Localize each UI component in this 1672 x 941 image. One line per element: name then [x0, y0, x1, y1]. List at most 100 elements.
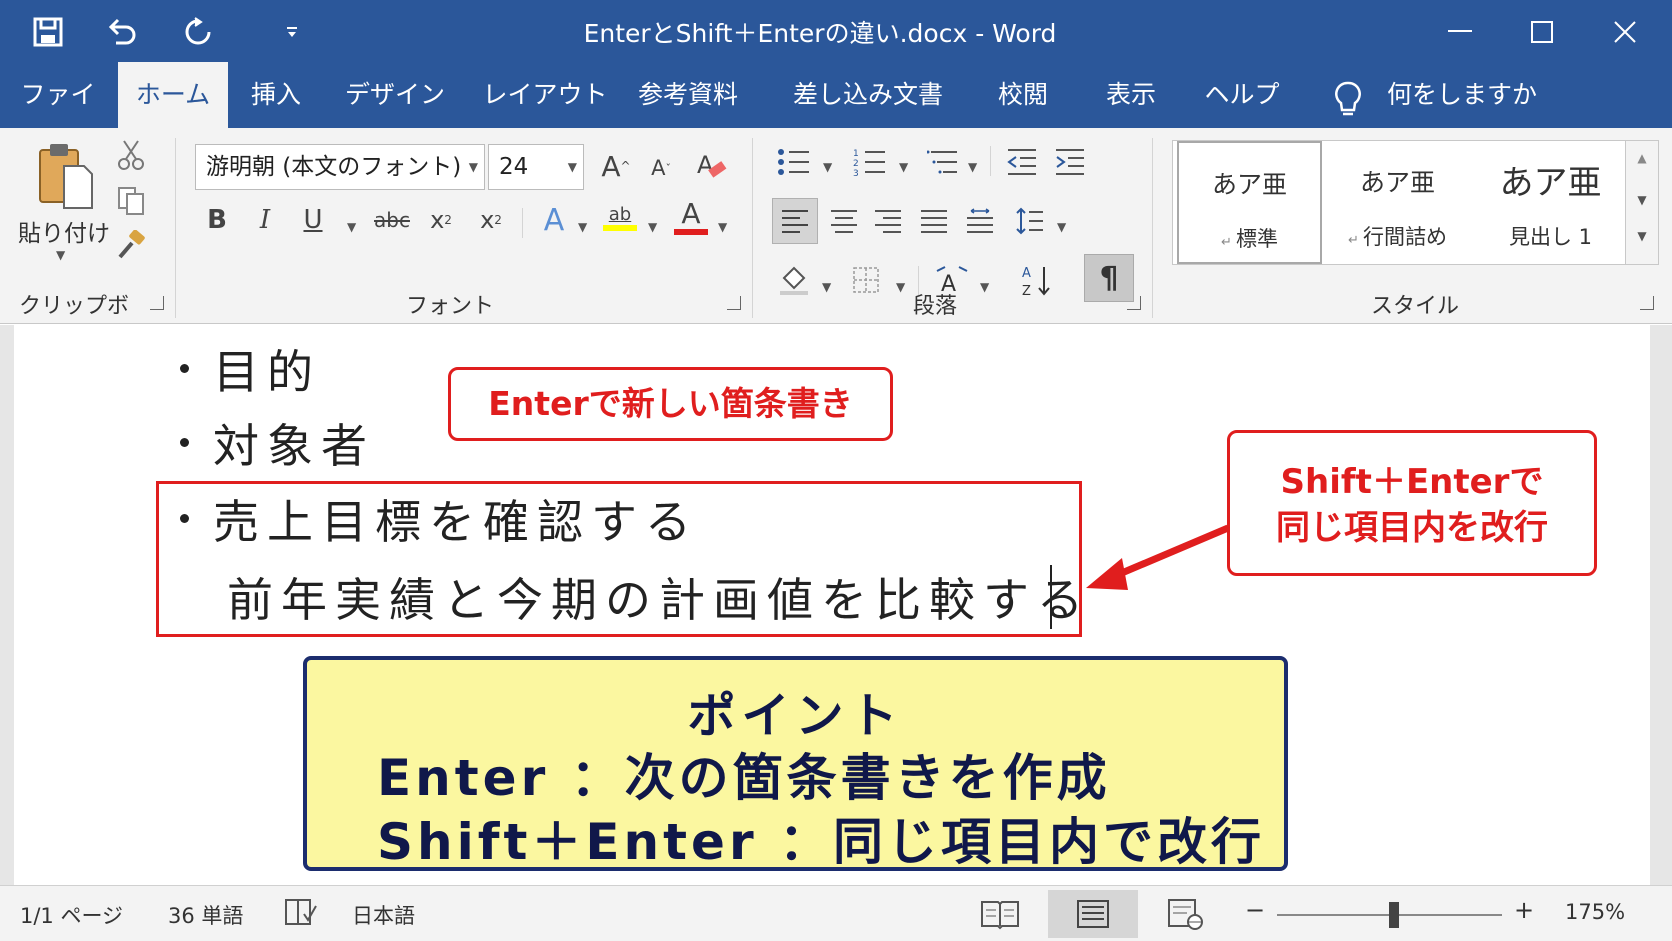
gallery-more-icon[interactable]: ▼: [1626, 229, 1658, 243]
tab-design[interactable]: デザイン: [343, 62, 447, 128]
bullets-dropdown-icon[interactable]: ▼: [823, 160, 832, 174]
bullets-icon[interactable]: [774, 142, 814, 182]
line-spacing-dropdown-icon[interactable]: ▼: [1057, 220, 1066, 234]
bullet-marker: [180, 514, 189, 523]
clear-formatting-icon[interactable]: A: [692, 144, 732, 188]
font-name-value: 游明朝 (本文のフォント): [206, 154, 462, 180]
cut-icon[interactable]: [114, 138, 148, 172]
web-layout-icon[interactable]: [1140, 890, 1230, 938]
style-no-spacing[interactable]: あア亜 ↵ 行間詰め: [1325, 141, 1470, 264]
highlight-color-button[interactable]: ab: [600, 194, 640, 240]
maximize-icon[interactable]: [1517, 10, 1567, 54]
word-count[interactable]: 36 単語: [168, 900, 243, 930]
tab-references[interactable]: 参考資料: [630, 62, 746, 128]
language-indicator[interactable]: 日本語: [352, 900, 415, 930]
clipboard-launcher-icon[interactable]: [150, 296, 164, 310]
text-effects-dropdown-icon[interactable]: ▼: [578, 220, 587, 234]
font-color-swatch: [674, 229, 708, 235]
paragraph-launcher-icon[interactable]: [1127, 296, 1141, 310]
font-color-dropdown-icon[interactable]: ▼: [718, 220, 727, 234]
tab-help[interactable]: ヘルプ: [1204, 62, 1280, 128]
chevron-down-icon[interactable]: ▼: [469, 145, 478, 189]
read-mode-icon[interactable]: [955, 890, 1045, 938]
tab-view[interactable]: 表示: [1096, 62, 1166, 128]
proofing-icon[interactable]: [284, 896, 318, 930]
shading-dropdown-icon[interactable]: ▼: [822, 280, 831, 294]
close-icon[interactable]: [1600, 10, 1650, 54]
tab-layout[interactable]: レイアウト: [480, 62, 610, 128]
save-icon[interactable]: [28, 12, 68, 52]
scroll-down-icon[interactable]: ▼: [1626, 193, 1658, 207]
tab-home[interactable]: ホーム: [118, 62, 228, 128]
text-effects-button[interactable]: A: [536, 198, 572, 242]
align-center-icon[interactable]: [822, 198, 866, 244]
multilevel-dropdown-icon[interactable]: ▼: [968, 160, 977, 174]
zoom-out-button[interactable]: −: [1245, 896, 1265, 924]
styles-scrollbar[interactable]: ▲ ▼ ▼: [1625, 140, 1659, 265]
page-count[interactable]: 1/1 ページ: [20, 900, 123, 930]
show-paragraph-marks-button[interactable]: ¶: [1084, 254, 1134, 302]
paste-icon[interactable]: [34, 140, 98, 212]
style-normal-label: 標準: [1236, 227, 1279, 251]
tab-mailings[interactable]: 差し込み文書: [788, 62, 948, 128]
highlight-dropdown-icon[interactable]: ▼: [648, 220, 657, 234]
italic-button[interactable]: I: [248, 198, 282, 242]
styles-launcher-icon[interactable]: [1640, 296, 1654, 310]
tell-me-search[interactable]: 何をしますか: [1387, 62, 1537, 128]
increase-indent-icon[interactable]: [1050, 142, 1090, 182]
justify-icon[interactable]: [912, 198, 956, 244]
font-color-label: A: [681, 197, 701, 230]
paste-dropdown-icon[interactable]: ▼: [56, 248, 65, 262]
point-line-enter: Enter ：次の箇条書きを作成: [377, 749, 1111, 807]
group-divider: [175, 138, 176, 318]
style-normal[interactable]: あア亜 ↵ 標準: [1177, 141, 1322, 264]
font-size-combo[interactable]: 24 ▼: [488, 144, 584, 190]
continuation-line[interactable]: 前年実績と今期の計画値を比較する: [227, 564, 1091, 630]
sort-icon[interactable]: AZ: [1016, 258, 1056, 302]
style-heading-1[interactable]: あア亜 見出し 1: [1478, 141, 1623, 264]
redo-icon[interactable]: [178, 12, 218, 52]
decrease-indent-icon[interactable]: [1002, 142, 1042, 182]
copy-icon[interactable]: [114, 184, 148, 218]
bullet-marker: [180, 364, 189, 373]
font-color-button[interactable]: A: [672, 194, 710, 240]
tab-review[interactable]: 校閲: [988, 62, 1058, 128]
subscript-button[interactable]: x2: [424, 198, 458, 242]
underline-button[interactable]: U: [296, 198, 330, 242]
print-layout-icon[interactable]: [1048, 890, 1138, 938]
align-left-icon[interactable]: [772, 198, 818, 244]
format-painter-icon[interactable]: [114, 228, 148, 262]
tab-insert[interactable]: 挿入: [240, 62, 312, 128]
grow-font-button[interactable]: A ^: [598, 144, 634, 188]
callout-enter: Enterで新しい箇条書き: [448, 367, 893, 441]
zoom-in-button[interactable]: +: [1514, 896, 1534, 924]
tab-file[interactable]: ファイル: [10, 62, 106, 175]
numbering-dropdown-icon[interactable]: ▼: [899, 160, 908, 174]
svg-text:1: 1: [853, 149, 859, 159]
distributed-icon[interactable]: [958, 198, 1002, 244]
scroll-up-icon[interactable]: ▲: [1626, 151, 1658, 165]
multilevel-list-icon[interactable]: [924, 142, 964, 182]
font-name-combo[interactable]: 游明朝 (本文のフォント) ▼: [195, 144, 485, 190]
text-cursor: [1050, 565, 1052, 629]
font-launcher-icon[interactable]: [727, 296, 741, 310]
undo-icon[interactable]: [102, 12, 142, 52]
bullet-item-audience[interactable]: 対象者: [213, 410, 375, 476]
minimize-icon[interactable]: [1435, 10, 1485, 54]
customize-qat-icon[interactable]: [272, 12, 312, 52]
strikethrough-button[interactable]: abc: [370, 198, 414, 242]
bold-button[interactable]: B: [200, 198, 234, 242]
chevron-down-icon[interactable]: ▼: [568, 145, 577, 189]
align-right-icon[interactable]: [866, 198, 910, 244]
shrink-font-button[interactable]: Aˇ: [646, 148, 676, 188]
numbering-icon[interactable]: 123: [850, 142, 890, 182]
paste-label[interactable]: 貼り付け: [18, 214, 110, 248]
line-spacing-icon[interactable]: [1010, 198, 1050, 244]
shading-icon[interactable]: [774, 258, 814, 302]
underline-dropdown-icon[interactable]: ▼: [347, 220, 356, 234]
superscript-button[interactable]: x2: [474, 198, 508, 242]
bullet-item-purpose[interactable]: 目的: [213, 336, 321, 402]
zoom-level[interactable]: 175%: [1565, 900, 1625, 924]
zoom-slider-thumb[interactable]: [1389, 902, 1399, 928]
bullet-item-sales-target[interactable]: 売上目標を確認する: [213, 486, 699, 552]
